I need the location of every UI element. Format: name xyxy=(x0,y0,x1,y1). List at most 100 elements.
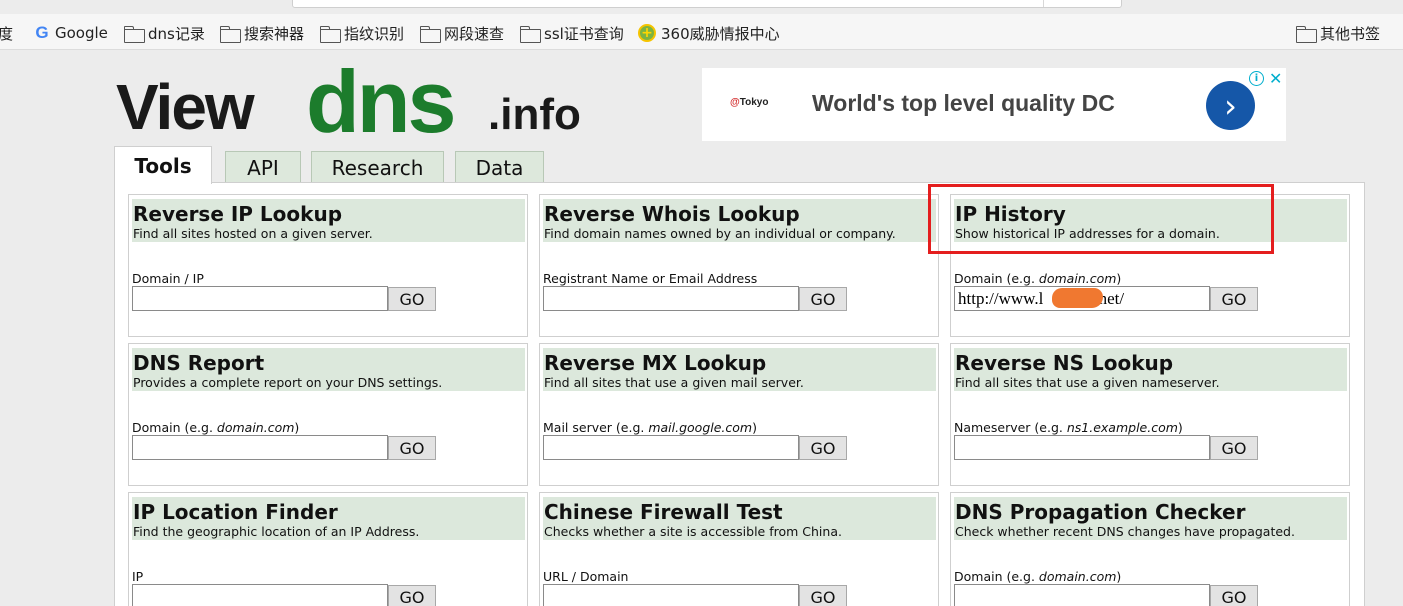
tool-title[interactable]: DNS Report xyxy=(133,351,264,375)
tool-input-label: IP xyxy=(132,569,143,584)
go-button[interactable]: GO xyxy=(799,436,847,460)
label-text: Domain (e.g. xyxy=(954,271,1039,286)
bookmark-google[interactable]: G Google xyxy=(34,23,108,43)
tool-header: Reverse Whois Lookup Find domain names ow… xyxy=(543,199,936,242)
tool-header: Reverse MX Lookup Find all sites that use… xyxy=(543,348,936,391)
tool-title[interactable]: Reverse IP Lookup xyxy=(133,202,342,226)
tool-description: Find domain names owned by an individual… xyxy=(544,226,896,241)
tool-description: Check whether recent DNS changes have pr… xyxy=(955,524,1295,539)
tool-input[interactable] xyxy=(132,584,388,606)
tool-input[interactable] xyxy=(132,286,388,311)
go-button[interactable]: GO xyxy=(1210,585,1258,606)
tool-input[interactable] xyxy=(543,435,799,460)
label-text: IP xyxy=(132,569,144,584)
tool-input[interactable] xyxy=(543,286,799,311)
bookmark-dns-records[interactable]: dns记录 xyxy=(124,23,205,43)
tool-description: Find all sites hosted on a given server. xyxy=(133,226,373,241)
info-icon[interactable]: i xyxy=(1249,71,1264,86)
tool-title[interactable]: Reverse Whois Lookup xyxy=(544,202,800,226)
label-example: mail.google.com xyxy=(648,420,753,435)
tab-data[interactable]: Data xyxy=(455,151,544,183)
bookmarks-bar: 度 G Google dns记录 搜索神器 指纹识别 网段速查 ssl证书查询 +… xyxy=(0,14,1403,50)
tool-box: IP Location Finder Find the geographic lo… xyxy=(128,492,528,606)
folder-icon xyxy=(220,25,241,43)
tool-description: Find all sites that use a given mail ser… xyxy=(544,375,804,390)
folder-icon xyxy=(1296,25,1317,43)
tool-title[interactable]: IP Location Finder xyxy=(133,500,338,524)
tool-title[interactable]: Chinese Firewall Test xyxy=(544,500,783,524)
tool-header: Reverse NS Lookup Find all sites that use… xyxy=(954,348,1347,391)
go-button[interactable]: GO xyxy=(388,287,436,311)
address-bar-divider xyxy=(1043,0,1044,7)
tool-description: Provides a complete report on your DNS s… xyxy=(133,375,443,390)
address-bar[interactable] xyxy=(292,0,1122,8)
tab-tools[interactable]: Tools xyxy=(114,146,212,184)
bookmark-ssl-cert[interactable]: ssl证书查询 xyxy=(520,23,624,43)
bookmark-360-threat[interactable]: +360威胁情报中心 xyxy=(638,23,780,43)
tool-input[interactable] xyxy=(543,584,799,606)
label-text: Domain / IP xyxy=(132,271,204,286)
ad-banner[interactable]: @Tokyo World's top level quality DC › i … xyxy=(702,68,1286,141)
folder-icon xyxy=(520,25,541,43)
tool-input[interactable] xyxy=(132,435,388,460)
tool-title[interactable]: DNS Propagation Checker xyxy=(955,500,1245,524)
go-button[interactable]: GO xyxy=(1210,287,1258,311)
google-icon: G xyxy=(35,23,49,42)
folder-icon xyxy=(320,25,341,43)
tool-box: Chinese Firewall Test Checks whether a si… xyxy=(539,492,939,606)
redaction-mark xyxy=(1052,288,1103,308)
ad-brand-prefix: @ xyxy=(730,97,740,108)
go-button[interactable]: GO xyxy=(388,436,436,460)
logo-text-dns: dns xyxy=(306,52,454,151)
label-text: Domain (e.g. xyxy=(954,569,1039,584)
tool-input-label: Mail server (e.g. mail.google.com) xyxy=(543,420,757,435)
tool-description: Find the geographic location of an IP Ad… xyxy=(133,524,420,539)
go-button[interactable]: GO xyxy=(799,585,847,606)
tab-api[interactable]: API xyxy=(225,151,301,183)
bookmark-fingerprint[interactable]: 指纹识别 xyxy=(320,23,404,43)
tool-input-label: Domain (e.g. domain.com) xyxy=(954,569,1121,584)
label-example: ns1.example.com xyxy=(1066,420,1178,435)
label-example: domain.com xyxy=(1038,271,1117,286)
tool-input-label: Domain (e.g. domain.com) xyxy=(132,420,299,435)
bookmark-search-tools[interactable]: 搜索神器 xyxy=(220,23,304,43)
bookmark-baidu[interactable]: 度 xyxy=(0,23,13,43)
threat-360-icon: + xyxy=(638,24,656,42)
tool-box: Reverse MX Lookup Find all sites that use… xyxy=(539,343,939,486)
tool-box: Reverse Whois Lookup Find domain names ow… xyxy=(539,194,939,337)
tool-input[interactable] xyxy=(954,584,1210,606)
tool-title[interactable]: Reverse MX Lookup xyxy=(544,351,766,375)
bookmark-label: 其他书签 xyxy=(1320,24,1381,43)
chevron-right-icon[interactable]: › xyxy=(1206,81,1255,130)
bookmark-other[interactable]: 其他书签 xyxy=(1296,23,1380,43)
tool-title[interactable]: Reverse NS Lookup xyxy=(955,351,1173,375)
label-example: domain.com xyxy=(1038,569,1117,584)
ad-headline: World's top level quality DC xyxy=(812,90,1115,116)
logo-text-info: .info xyxy=(488,90,581,139)
tool-header: DNS Propagation Checker Check whether rec… xyxy=(954,497,1347,540)
folder-icon xyxy=(420,25,441,43)
tool-input[interactable] xyxy=(954,435,1210,460)
go-button[interactable]: GO xyxy=(1210,436,1258,460)
tool-description: Checks whether a site is accessible from… xyxy=(544,524,842,539)
highlight-box xyxy=(928,184,1274,254)
tool-header: Reverse IP Lookup Find all sites hosted o… xyxy=(132,199,525,242)
tool-input-label: URL / Domain xyxy=(543,569,628,584)
go-button[interactable]: GO xyxy=(799,287,847,311)
tool-box: Reverse IP Lookup Find all sites hosted o… xyxy=(128,194,528,337)
tool-input-label: Nameserver (e.g. ns1.example.com) xyxy=(954,420,1183,435)
tool-input-label: Domain (e.g. domain.com) xyxy=(954,271,1121,286)
label-suffix: ) xyxy=(1177,420,1183,435)
label-text: Domain (e.g. xyxy=(132,420,217,435)
label-text: URL / Domain xyxy=(543,569,629,584)
tab-research[interactable]: Research xyxy=(311,151,444,183)
label-text: Mail server (e.g. xyxy=(543,420,649,435)
site-logo[interactable]: View dns .info xyxy=(116,52,626,151)
label-example: domain.com xyxy=(216,420,295,435)
close-icon[interactable]: ✕ xyxy=(1269,69,1282,88)
tool-input-label: Domain / IP xyxy=(132,271,204,286)
bookmark-subnet-lookup[interactable]: 网段速查 xyxy=(420,23,504,43)
label-suffix: ) xyxy=(752,420,757,435)
bookmark-label: 度 xyxy=(0,24,14,43)
go-button[interactable]: GO xyxy=(388,585,436,606)
